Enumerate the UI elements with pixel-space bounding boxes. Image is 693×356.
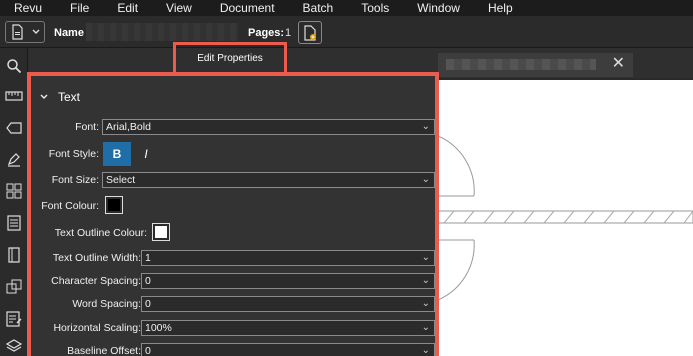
name-label: Name bbox=[54, 27, 84, 39]
chevron-down-icon bbox=[32, 29, 40, 34]
pages-label: Pages: bbox=[248, 27, 285, 39]
font-label: Font: bbox=[75, 121, 99, 133]
pen-icon[interactable] bbox=[4, 149, 24, 169]
font-colour-label: Font Colour: bbox=[41, 200, 99, 212]
font-colour-swatch[interactable] bbox=[105, 196, 123, 214]
text-section-header[interactable]: Text bbox=[39, 90, 80, 104]
horizontal-scaling-value: 100% bbox=[145, 322, 172, 334]
font-colour-fill bbox=[108, 199, 120, 211]
baseline-offset-label: Baseline Offset: bbox=[67, 345, 141, 356]
horizontal-scaling-select[interactable]: 100% ⌄ bbox=[141, 320, 435, 336]
font-size-value: Select bbox=[106, 174, 136, 186]
left-icon-strip bbox=[0, 48, 28, 356]
menu-file[interactable]: File bbox=[56, 0, 103, 16]
chevron-down-icon: ⌄ bbox=[421, 174, 430, 185]
form-icon[interactable] bbox=[4, 309, 24, 329]
baseline-offset-select[interactable]: 0 ⌄ bbox=[141, 343, 435, 356]
panel-title: Edit Properties bbox=[173, 42, 287, 75]
baseline-offset-value: 0 bbox=[145, 345, 151, 356]
layers-icon[interactable] bbox=[4, 277, 24, 297]
chevron-down-icon: ⌄ bbox=[421, 121, 430, 132]
horizontal-scaling-label: Horizontal Scaling: bbox=[53, 322, 141, 334]
chevron-down-icon bbox=[40, 94, 48, 99]
edit-properties-panel: Text Font: Arial,Bold ⌄ Font Style: B I … bbox=[27, 72, 439, 356]
menu-edit[interactable]: Edit bbox=[103, 0, 152, 16]
font-select[interactable]: Arial,Bold ⌄ bbox=[102, 119, 435, 135]
font-style-label: Font Style: bbox=[48, 148, 99, 160]
outline-colour-fill bbox=[155, 226, 167, 238]
char-spacing-select[interactable]: 0 ⌄ bbox=[141, 273, 435, 289]
menu-bar: Revu File Edit View Document Batch Tools… bbox=[0, 0, 693, 16]
outline-colour-label: Text Outline Colour: bbox=[54, 227, 147, 239]
ruler-icon[interactable] bbox=[4, 86, 24, 106]
document-canvas[interactable] bbox=[438, 80, 693, 356]
document-tab-name bbox=[446, 59, 596, 70]
pages-value: 1 bbox=[285, 27, 292, 39]
book-icon[interactable] bbox=[4, 245, 24, 265]
menu-revu[interactable]: Revu bbox=[0, 0, 56, 16]
baseline-offset-row: Baseline Offset: 0 ⌄ bbox=[31, 342, 435, 356]
italic-button[interactable]: I bbox=[135, 142, 157, 166]
outline-width-label: Text Outline Width: bbox=[52, 252, 141, 264]
outline-width-select[interactable]: 1 ⌄ bbox=[141, 250, 435, 266]
outline-width-row: Text Outline Width: 1 ⌄ bbox=[31, 249, 435, 267]
bold-button[interactable]: B bbox=[103, 142, 131, 166]
tag-icon[interactable] bbox=[4, 118, 24, 138]
word-spacing-row: Word Spacing: 0 ⌄ bbox=[31, 295, 435, 313]
menu-tools[interactable]: Tools bbox=[347, 0, 403, 16]
font-value: Arial,Bold bbox=[106, 121, 151, 133]
section-title: Text bbox=[58, 90, 81, 104]
drawing-content bbox=[438, 135, 693, 301]
char-spacing-row: Character Spacing: 0 ⌄ bbox=[31, 272, 435, 290]
stack-icon[interactable] bbox=[4, 336, 24, 356]
horizontal-scaling-row: Horizontal Scaling: 100% ⌄ bbox=[31, 319, 435, 337]
chevron-down-icon: ⌄ bbox=[421, 322, 430, 333]
outline-colour-row: Text Outline Colour: bbox=[31, 222, 435, 244]
chevron-down-icon: ⌄ bbox=[421, 345, 430, 356]
font-size-label: Font Size: bbox=[51, 174, 99, 186]
word-spacing-value: 0 bbox=[145, 298, 151, 310]
font-row: Font: Arial,Bold ⌄ bbox=[31, 118, 435, 136]
document-tab[interactable]: ✕ bbox=[438, 53, 633, 77]
chevron-down-icon: ⌄ bbox=[421, 298, 430, 309]
menu-window[interactable]: Window bbox=[403, 0, 474, 16]
chevron-down-icon: ⌄ bbox=[421, 252, 430, 263]
thumbnails-icon[interactable] bbox=[4, 181, 24, 201]
font-size-row: Font Size: Select ⌄ bbox=[31, 171, 435, 189]
font-colour-row: Font Colour: bbox=[31, 195, 435, 217]
outline-width-value: 1 bbox=[145, 252, 151, 264]
word-spacing-select[interactable]: 0 ⌄ bbox=[141, 296, 435, 312]
outline-colour-swatch[interactable] bbox=[152, 223, 170, 241]
chevron-down-icon: ⌄ bbox=[421, 275, 430, 286]
document-menu-button[interactable] bbox=[5, 21, 45, 43]
font-style-row: Font Style: B I bbox=[31, 142, 435, 166]
insert-page-button[interactable] bbox=[298, 21, 322, 44]
close-icon[interactable]: ✕ bbox=[612, 55, 625, 73]
font-size-select[interactable]: Select ⌄ bbox=[102, 172, 435, 188]
menu-document[interactable]: Document bbox=[206, 0, 289, 16]
search-icon[interactable] bbox=[4, 56, 24, 76]
word-spacing-label: Word Spacing: bbox=[72, 298, 141, 310]
menu-view[interactable]: View bbox=[152, 0, 206, 16]
document-icon bbox=[12, 24, 23, 40]
toolbar: Name Pages: 1 bbox=[0, 16, 693, 48]
char-spacing-value: 0 bbox=[145, 275, 151, 287]
char-spacing-label: Character Spacing: bbox=[51, 275, 141, 287]
new-page-icon bbox=[304, 24, 316, 41]
name-field[interactable] bbox=[86, 23, 238, 41]
menu-help[interactable]: Help bbox=[474, 0, 527, 16]
menu-batch[interactable]: Batch bbox=[289, 0, 348, 16]
list-icon[interactable] bbox=[4, 213, 24, 233]
